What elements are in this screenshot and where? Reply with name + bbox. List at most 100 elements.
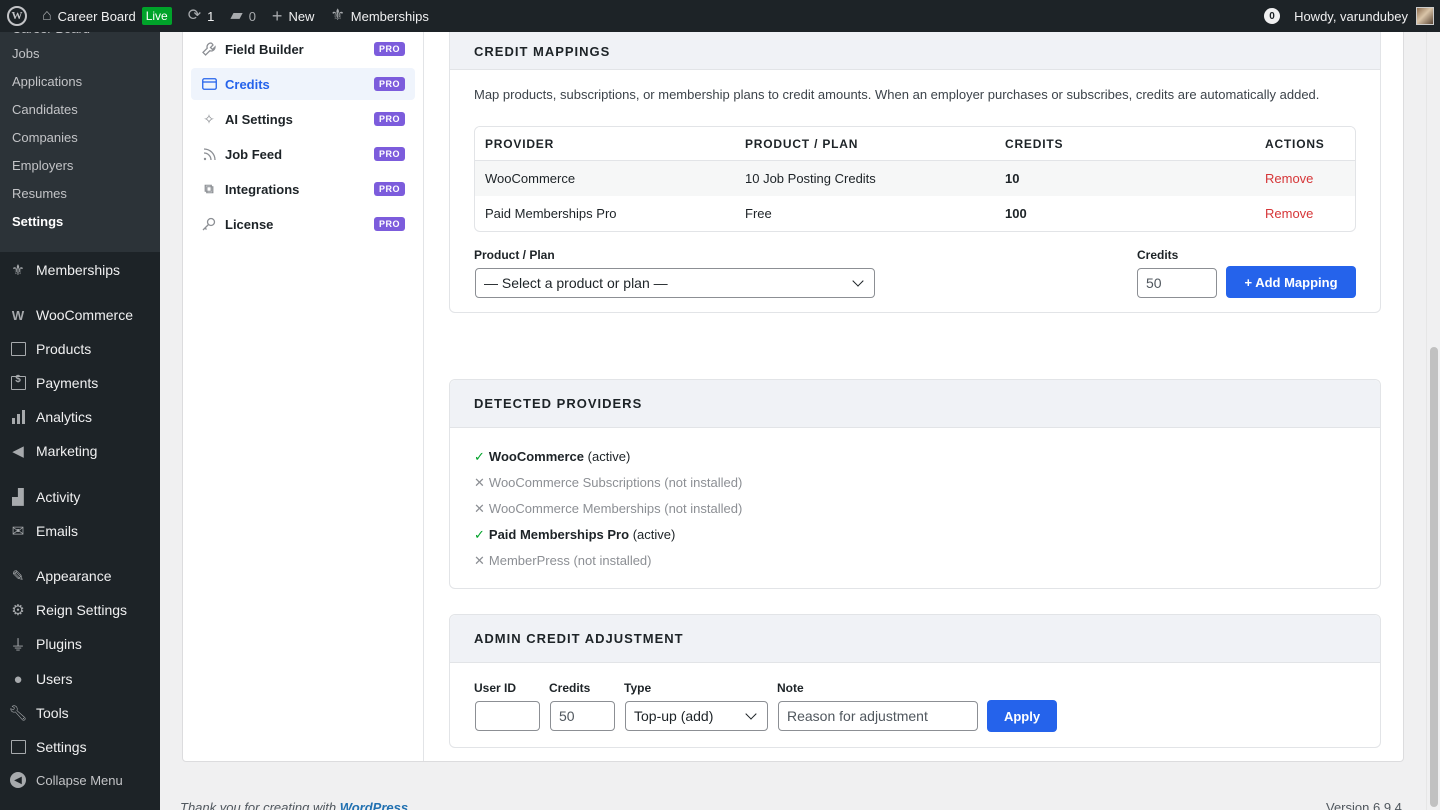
wordpress-logo-button[interactable]: W <box>0 0 34 32</box>
adjust-credits-input[interactable]: 50 <box>550 701 615 731</box>
menu-memberships-label: Memberships <box>36 262 121 278</box>
menu-users[interactable]: ● Users <box>0 662 160 696</box>
menu-memberships[interactable]: ⚜ Memberships <box>0 253 160 287</box>
admin-adjustment-title: ADMIN CREDIT ADJUSTMENT <box>474 631 684 646</box>
menu-appearance[interactable]: ✎ Appearance <box>0 559 160 593</box>
type-select[interactable]: Top-up (add) <box>625 701 768 731</box>
comments-link[interactable]: ▰ 0 <box>222 0 264 32</box>
menu-settings-label: Settings <box>36 739 87 755</box>
activity-icon: ▟ <box>12 489 24 506</box>
apply-button[interactable]: Apply <box>987 700 1057 732</box>
nav-field-builder[interactable]: Field Builder PRO <box>191 33 415 65</box>
submenu-jobs[interactable]: Jobs <box>0 40 160 68</box>
user-id-input[interactable] <box>475 701 540 731</box>
settings-panel: Field Builder PRO Credits PRO ✧ AI Setti… <box>182 0 1404 762</box>
provider-name: Paid Memberships Pro <box>488 527 630 542</box>
adjust-credits-label: Credits <box>549 681 591 695</box>
memberships-icon: ⚜ <box>330 7 345 24</box>
mapping-credits-input[interactable]: 50 <box>1137 268 1217 298</box>
column-actions: ACTIONS <box>1255 127 1355 161</box>
credit-card-icon <box>201 76 217 92</box>
nav-job-feed[interactable]: Job Feed PRO <box>191 138 415 170</box>
comment-icon: ▰ <box>230 7 243 24</box>
footer-version: Version 6.9.4 <box>1326 800 1402 810</box>
new-label: New <box>288 8 315 24</box>
nav-license[interactable]: License PRO <box>191 208 415 240</box>
submenu-applications[interactable]: Applications <box>0 68 160 96</box>
submenu-companies[interactable]: Companies <box>0 124 160 152</box>
cell-credits: 10 <box>995 161 1255 196</box>
submenu-settings[interactable]: Settings <box>0 208 160 236</box>
page-scrollbar[interactable] <box>1426 32 1440 810</box>
product-plan-label: Product / Plan <box>474 248 555 262</box>
check-icon: ✓ <box>474 527 485 542</box>
wordpress-link[interactable]: WordPress <box>340 800 408 810</box>
provider-status: (not installed) <box>664 475 743 490</box>
menu-emails[interactable]: ✉ Emails <box>0 514 160 548</box>
menu-payments-label: Payments <box>36 375 99 391</box>
menu-analytics-label: Analytics <box>36 409 93 425</box>
updates-link[interactable]: ⟳ 1 <box>180 0 223 32</box>
mapping-credits-label: Credits <box>1137 248 1179 262</box>
menu-users-label: Users <box>36 671 73 687</box>
wrench-icon <box>201 41 217 57</box>
puzzle-icon: ⧉ <box>204 181 214 196</box>
menu-activity[interactable]: ▟ Activity <box>0 480 160 514</box>
menu-plugins[interactable]: ⏚ Plugins <box>0 627 160 661</box>
bar-chart-icon <box>8 407 28 427</box>
nav-credits[interactable]: Credits PRO <box>191 68 415 100</box>
nav-integrations[interactable]: ⧉ Integrations PRO <box>191 173 415 205</box>
site-name-link[interactable]: ⌂ Career Board Live <box>34 0 180 32</box>
nav-ai-settings[interactable]: ✧ AI Settings PRO <box>191 103 415 135</box>
notifications-badge[interactable]: 0 <box>1264 8 1281 24</box>
table-row: Paid Memberships Pro Free 100 Remove <box>475 196 1355 231</box>
menu-payments[interactable]: Payments <box>0 366 160 400</box>
menu-marketing[interactable]: ◀ Marketing <box>0 434 160 468</box>
remove-link[interactable]: Remove <box>1265 206 1313 221</box>
column-product-plan: PRODUCT / PLAN <box>735 127 995 161</box>
menu-plugins-label: Plugins <box>36 636 82 652</box>
updates-count: 1 <box>207 8 215 24</box>
avatar[interactable] <box>1416 7 1434 25</box>
menu-woocommerce[interactable]: W WooCommerce <box>0 298 160 332</box>
submenu-employers[interactable]: Employers <box>0 152 160 180</box>
admin-credit-adjustment-card: ADMIN CREDIT ADJUSTMENT User ID Credits … <box>449 614 1381 748</box>
new-content-link[interactable]: + New <box>264 0 323 32</box>
memberships-link[interactable]: ⚜ Memberships <box>322 0 436 32</box>
main-content: Field Builder PRO Credits PRO ✧ AI Setti… <box>160 0 1426 810</box>
plus-icon: + <box>271 6 283 26</box>
wordpress-logo-icon: W <box>7 6 27 26</box>
sparkles-icon: ✧ <box>203 110 215 127</box>
provider-status: (not installed) <box>573 553 652 568</box>
submenu-resumes[interactable]: Resumes <box>0 180 160 208</box>
howdy-user[interactable]: Howdy, varundubey <box>1294 9 1408 24</box>
live-badge: Live <box>141 7 172 25</box>
menu-tools-label: Tools <box>36 705 69 721</box>
pro-badge: PRO <box>373 77 405 91</box>
provider-paid-memberships-pro: ✓ Paid Memberships Pro (active) <box>474 526 675 544</box>
provider-woocommerce-memberships: ✕ WooCommerce Memberships (not installed) <box>474 500 742 518</box>
add-mapping-button[interactable]: + Add Mapping <box>1226 266 1356 298</box>
remove-link[interactable]: Remove <box>1265 171 1313 186</box>
menu-settings[interactable]: Settings <box>0 730 160 764</box>
scrollbar-thumb[interactable] <box>1430 347 1438 807</box>
provider-name: WooCommerce Subscriptions <box>488 475 661 490</box>
note-input[interactable]: Reason for adjustment <box>778 701 978 731</box>
menu-marketing-label: Marketing <box>36 443 98 459</box>
type-label: Type <box>624 681 652 695</box>
collapse-menu-button[interactable]: ◀ Collapse Menu <box>0 763 160 797</box>
table-header-row: PROVIDER PRODUCT / PLAN CREDITS ACTIONS <box>475 127 1355 161</box>
menu-analytics[interactable]: Analytics <box>0 400 160 434</box>
credit-mappings-card: CREDIT MAPPINGS Map products, subscripti… <box>449 0 1381 313</box>
menu-tools[interactable]: 🔧︎ Tools <box>0 696 160 730</box>
menu-products[interactable]: Products <box>0 332 160 366</box>
detected-providers-header: DETECTED PROVIDERS <box>450 380 1380 428</box>
submenu-candidates[interactable]: Candidates <box>0 96 160 124</box>
cross-icon: ✕ <box>474 475 485 490</box>
admin-bar: W ⌂ Career Board Live ⟳ 1 ▰ 0 + New ⚜ Me… <box>0 0 1440 32</box>
product-plan-select[interactable]: — Select a product or plan — <box>475 268 875 298</box>
menu-woocommerce-label: WooCommerce <box>36 307 133 323</box>
nav-label: AI Settings <box>225 111 293 127</box>
menu-reign-settings[interactable]: ⚙ Reign Settings <box>0 593 160 627</box>
submenu-career-board[interactable]: Career Board <box>0 32 160 40</box>
